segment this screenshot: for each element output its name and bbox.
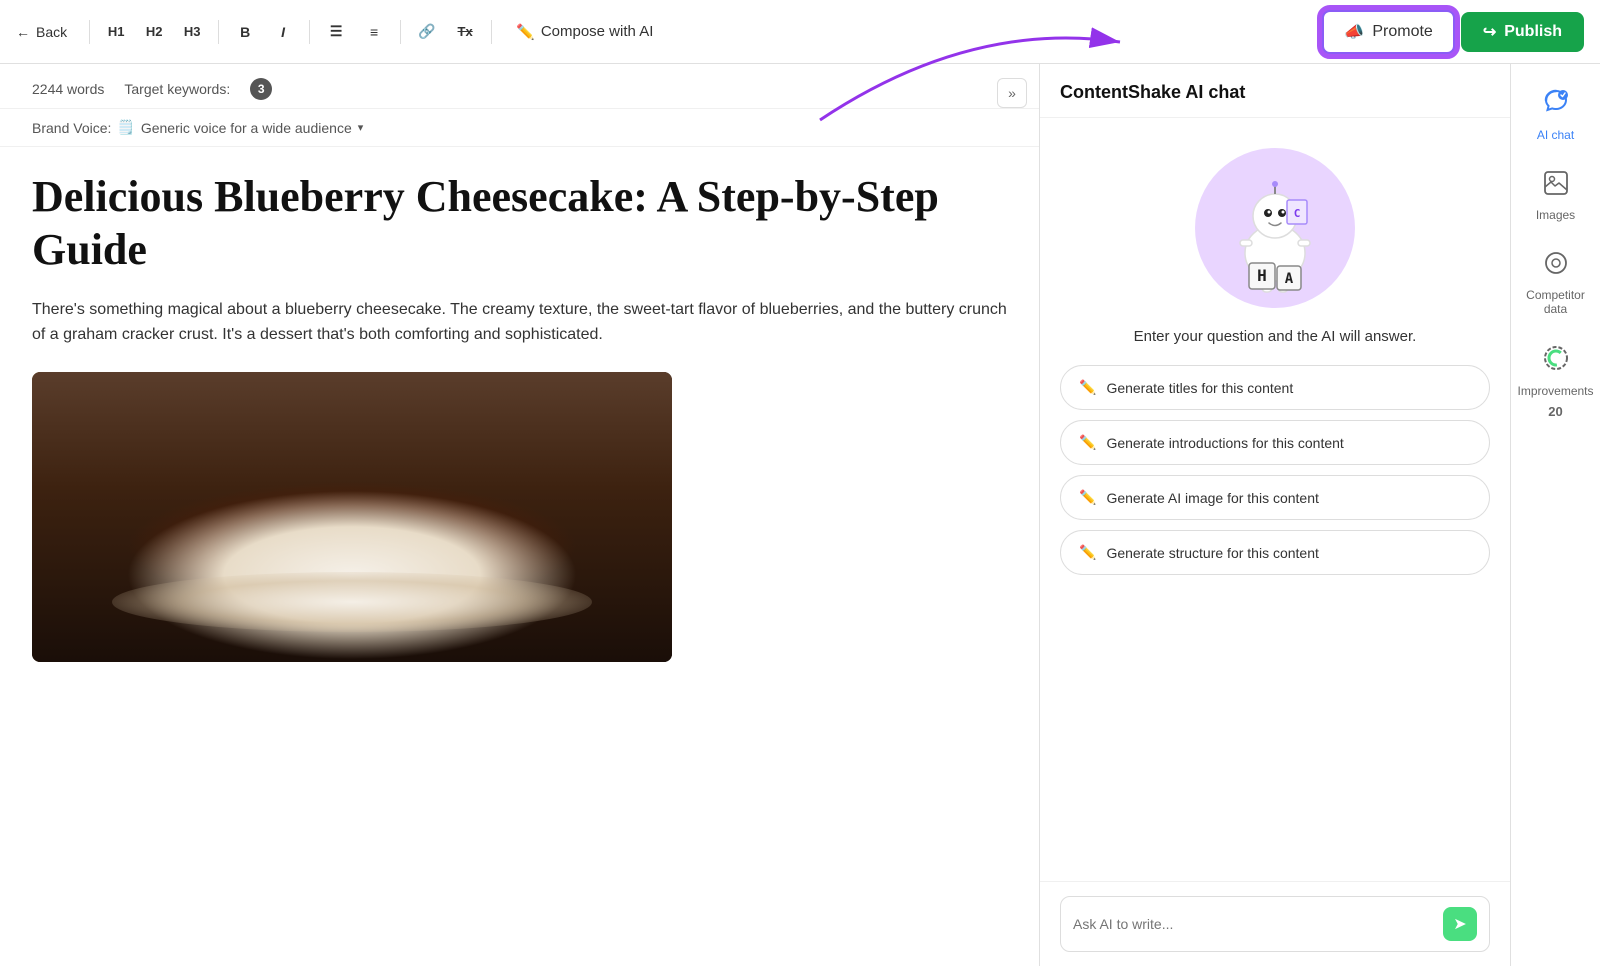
ai-chat-panel: ContentShake AI chat bbox=[1040, 64, 1510, 966]
promote-button[interactable]: 📣 Promote bbox=[1322, 10, 1454, 54]
keyword-count-badge: 3 bbox=[250, 78, 272, 100]
svg-text:H: H bbox=[1257, 266, 1267, 285]
plate-highlight bbox=[112, 572, 592, 632]
brand-voice-icon: 🗒️ bbox=[117, 119, 134, 136]
generate-introductions-label: Generate introductions for this content bbox=[1106, 435, 1343, 451]
h1-button[interactable]: H1 bbox=[100, 16, 132, 48]
robot-svg: H A C bbox=[1205, 158, 1345, 298]
sidebar-item-competitor-data[interactable]: Competitor data bbox=[1516, 238, 1596, 328]
collapse-panel-button[interactable]: » bbox=[997, 78, 1027, 108]
article-intro[interactable]: There's something magical about a bluebe… bbox=[32, 297, 1007, 348]
sidebar-competitor-label: Competitor data bbox=[1524, 288, 1588, 316]
back-label: Back bbox=[36, 24, 67, 40]
toolbar-divider-5 bbox=[491, 20, 492, 44]
back-arrow-icon: ← bbox=[16, 24, 30, 40]
publish-button[interactable]: ↪ Publish bbox=[1461, 12, 1584, 52]
send-icon: ➤ bbox=[1453, 914, 1466, 934]
svg-text:C: C bbox=[1294, 207, 1301, 220]
clear-format-button[interactable]: Tx bbox=[449, 16, 481, 48]
improvements-icon bbox=[1542, 344, 1570, 378]
generate-titles-label: Generate titles for this content bbox=[1106, 380, 1293, 396]
sidebar-item-ai-chat[interactable]: AI chat bbox=[1516, 76, 1596, 154]
editor-panel: 2244 words Target keywords: 3 » Brand Vo… bbox=[0, 64, 1040, 966]
unordered-list-icon: ≡ bbox=[370, 24, 378, 40]
link-button[interactable]: 🔗 bbox=[411, 16, 443, 48]
ai-input-container: ➤ bbox=[1060, 896, 1490, 952]
ordered-list-icon: ☰ bbox=[330, 23, 343, 40]
word-count: 2244 words bbox=[32, 81, 104, 97]
compose-label: Compose with AI bbox=[541, 23, 654, 40]
cheesecake-visual bbox=[32, 372, 672, 662]
images-icon bbox=[1543, 170, 1569, 202]
sidebar-item-improvements[interactable]: Improvements 20 bbox=[1516, 332, 1596, 431]
back-button[interactable]: ← Back bbox=[16, 24, 67, 40]
ai-prompt-text: Enter your question and the AI will answ… bbox=[1134, 328, 1417, 345]
promote-label: Promote bbox=[1372, 23, 1432, 41]
improvements-count-badge: 20 bbox=[1548, 404, 1562, 419]
sidebar-ai-chat-label: AI chat bbox=[1537, 128, 1574, 142]
ai-panel-footer: ➤ bbox=[1040, 881, 1510, 966]
article-image bbox=[32, 372, 672, 662]
generate-introductions-button[interactable]: ✏️ Generate introductions for this conte… bbox=[1060, 420, 1490, 465]
h3-button[interactable]: H3 bbox=[176, 16, 208, 48]
toolbar-divider-4 bbox=[400, 20, 401, 44]
compose-icon: ✏️ bbox=[516, 23, 535, 41]
h2-button[interactable]: H2 bbox=[138, 16, 170, 48]
bold-button[interactable]: B bbox=[229, 16, 261, 48]
target-keywords-label: Target keywords: bbox=[124, 81, 230, 97]
ai-panel-title: ContentShake AI chat bbox=[1060, 82, 1245, 102]
generate-structure-icon: ✏️ bbox=[1079, 544, 1096, 561]
publish-label: Publish bbox=[1504, 23, 1562, 41]
editor-meta: 2244 words Target keywords: 3 » bbox=[0, 64, 1039, 109]
ai-chat-icon bbox=[1542, 88, 1570, 122]
clear-format-icon: Tx bbox=[458, 24, 473, 39]
publish-icon: ↪ bbox=[1483, 22, 1496, 42]
ai-panel-body: H A C Enter your question and the AI wil… bbox=[1040, 118, 1510, 881]
sidebar-item-images[interactable]: Images bbox=[1516, 158, 1596, 234]
ai-send-button[interactable]: ➤ bbox=[1443, 907, 1477, 941]
article-title[interactable]: Delicious Blueberry Cheesecake: A Step-b… bbox=[32, 171, 1007, 277]
italic-button[interactable]: I bbox=[267, 16, 299, 48]
editor-body: Delicious Blueberry Cheesecake: A Step-b… bbox=[0, 147, 1039, 686]
ordered-list-button[interactable]: ☰ bbox=[320, 16, 352, 48]
toolbar-divider-1 bbox=[89, 20, 90, 44]
promote-icon: 📣 bbox=[1344, 22, 1364, 42]
right-sidebar: AI chat Images Competitor data bbox=[1510, 64, 1600, 966]
ai-chat-input[interactable] bbox=[1073, 916, 1435, 932]
toolbar-divider-2 bbox=[218, 20, 219, 44]
generate-ai-image-label: Generate AI image for this content bbox=[1106, 490, 1318, 506]
brand-voice-chevron-icon[interactable]: ▾ bbox=[358, 121, 364, 134]
generate-introductions-icon: ✏️ bbox=[1079, 434, 1096, 451]
compose-with-ai-button[interactable]: ✏️ Compose with AI bbox=[502, 15, 667, 49]
generate-ai-image-icon: ✏️ bbox=[1079, 489, 1096, 506]
main-content: 2244 words Target keywords: 3 » Brand Vo… bbox=[0, 64, 1600, 966]
generate-structure-button[interactable]: ✏️ Generate structure for this content bbox=[1060, 530, 1490, 575]
ai-panel-header: ContentShake AI chat bbox=[1040, 64, 1510, 118]
toolbar: ← Back H1 H2 H3 B I ☰ ≡ 🔗 Tx ✏️ Compose … bbox=[0, 0, 1600, 64]
brand-voice-bar: Brand Voice: 🗒️ Generic voice for a wide… bbox=[0, 109, 1039, 147]
unordered-list-button[interactable]: ≡ bbox=[358, 16, 390, 48]
link-icon: 🔗 bbox=[418, 23, 435, 40]
sidebar-images-label: Images bbox=[1536, 208, 1575, 222]
svg-text:A: A bbox=[1285, 271, 1294, 287]
toolbar-divider-3 bbox=[309, 20, 310, 44]
ai-robot-image: H A C bbox=[1195, 148, 1355, 308]
brand-voice-label: Brand Voice: bbox=[32, 120, 111, 136]
generate-structure-label: Generate structure for this content bbox=[1106, 545, 1318, 561]
generate-ai-image-button[interactable]: ✏️ Generate AI image for this content bbox=[1060, 475, 1490, 520]
generate-titles-icon: ✏️ bbox=[1079, 379, 1096, 396]
sidebar-improvements-label: Improvements bbox=[1517, 384, 1593, 398]
brand-voice-value: Generic voice for a wide audience bbox=[141, 120, 352, 136]
competitor-data-icon bbox=[1543, 250, 1569, 282]
generate-titles-button[interactable]: ✏️ Generate titles for this content bbox=[1060, 365, 1490, 410]
